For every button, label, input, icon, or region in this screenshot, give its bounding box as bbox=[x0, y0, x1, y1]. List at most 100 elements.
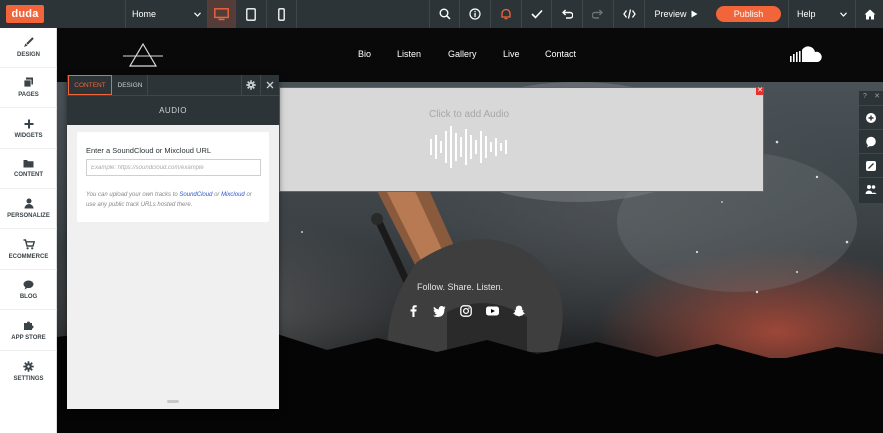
mixcloud-link[interactable]: Mixcloud bbox=[221, 192, 245, 198]
help-menu[interactable]: Help bbox=[788, 0, 855, 28]
desktop-view-button[interactable] bbox=[207, 0, 235, 28]
home-icon bbox=[864, 9, 875, 19]
folder-icon bbox=[23, 160, 34, 168]
top-toolbar: duda Home Preview Publish Help bbox=[0, 0, 883, 28]
comment-button[interactable] bbox=[859, 129, 883, 153]
audio-placeholder-text: Click to add Audio bbox=[429, 109, 510, 120]
tablet-icon bbox=[246, 7, 256, 21]
brush-icon bbox=[24, 37, 34, 47]
soundcloud-url-input[interactable] bbox=[86, 159, 261, 176]
audience-button[interactable] bbox=[859, 177, 883, 201]
sidebar-item-label: CONTENT bbox=[14, 172, 43, 178]
sidebar-item-app-store[interactable]: APP STORE bbox=[0, 311, 57, 351]
tab-content-label: CONTENT bbox=[74, 81, 106, 89]
nav-item-listen[interactable]: Listen bbox=[397, 49, 421, 59]
speech-bubble-icon bbox=[23, 280, 34, 290]
sidebar-item-ecommerce[interactable]: ECOMMERCE bbox=[0, 230, 57, 270]
home-button[interactable] bbox=[855, 0, 883, 28]
save-check-button[interactable] bbox=[521, 0, 551, 28]
twitter-icon[interactable] bbox=[432, 304, 446, 318]
resize-handle[interactable] bbox=[167, 400, 179, 403]
redo-button[interactable] bbox=[582, 0, 613, 28]
nav-item-gallery[interactable]: Gallery bbox=[448, 49, 477, 59]
preview-label: Preview bbox=[654, 9, 687, 19]
site-header: Bio Listen Gallery Live Contact bbox=[57, 28, 883, 82]
search-button[interactable] bbox=[429, 0, 459, 28]
snapchat-icon[interactable] bbox=[512, 304, 526, 318]
instagram-icon[interactable] bbox=[459, 304, 473, 318]
soundcloud-icon[interactable] bbox=[790, 46, 824, 64]
checkmark-icon bbox=[530, 9, 543, 19]
panel-tabs: CONTENT DESIGN bbox=[67, 75, 279, 95]
sidebar-item-settings[interactable]: SETTINGS bbox=[0, 351, 57, 391]
nav-item-bio[interactable]: Bio bbox=[358, 49, 371, 59]
sidebar-item-content[interactable]: CONTENT bbox=[0, 149, 57, 189]
sidebar-item-label: SETTINGS bbox=[13, 375, 44, 382]
people-icon bbox=[865, 185, 877, 194]
search-icon bbox=[439, 8, 451, 20]
panel-close-button[interactable] bbox=[260, 75, 279, 95]
cart-icon bbox=[23, 239, 35, 250]
chevron-down-icon bbox=[194, 9, 201, 19]
waveform-icon bbox=[430, 126, 507, 168]
style-button[interactable] bbox=[859, 153, 883, 177]
chevron-down-icon bbox=[840, 11, 847, 17]
person-icon bbox=[24, 198, 33, 209]
page-select[interactable]: Home bbox=[125, 0, 207, 28]
pages-icon bbox=[23, 77, 33, 88]
droplet-icon bbox=[866, 160, 876, 171]
code-button[interactable] bbox=[613, 0, 644, 28]
sidebar-item-design[interactable]: DESIGN bbox=[0, 28, 57, 68]
undo-icon bbox=[561, 8, 573, 19]
tablet-view-button[interactable] bbox=[235, 0, 266, 28]
triangle-logo-icon[interactable] bbox=[123, 42, 163, 68]
redo-icon bbox=[592, 8, 604, 19]
info-button[interactable] bbox=[459, 0, 490, 28]
nav-item-contact[interactable]: Contact bbox=[545, 49, 576, 59]
sidebar-item-label: DESIGN bbox=[16, 52, 40, 58]
tab-content[interactable]: CONTENT bbox=[68, 75, 112, 95]
tools-header: ? ✕ bbox=[859, 91, 883, 102]
help-text: You can upload your own tracks to SoundC… bbox=[86, 190, 262, 210]
puzzle-icon bbox=[24, 321, 34, 330]
close-small-icon[interactable]: ✕ bbox=[871, 91, 883, 102]
tab-design-label: DESIGN bbox=[117, 81, 143, 89]
duda-logo[interactable]: duda bbox=[6, 5, 44, 23]
bell-icon bbox=[501, 8, 511, 20]
facebook-icon[interactable] bbox=[406, 304, 420, 318]
tab-design[interactable]: DESIGN bbox=[113, 75, 148, 95]
follow-text: Follow. Share. Listen. bbox=[417, 282, 504, 292]
sidebar-item-label: ECOMMERCE bbox=[8, 254, 49, 260]
plus-icon bbox=[24, 119, 33, 128]
sidebar-item-pages[interactable]: PAGES bbox=[0, 68, 57, 108]
panel-settings-button[interactable] bbox=[241, 75, 260, 95]
audio-settings-panel: CONTENT DESIGN AUDIO Enter a SoundCloud … bbox=[67, 75, 279, 409]
widget-tools-panel: ? ✕ bbox=[859, 91, 883, 203]
undo-button[interactable] bbox=[551, 0, 582, 28]
gear-icon bbox=[23, 360, 34, 372]
add-widget-button[interactable] bbox=[859, 105, 883, 129]
sidebar-item-label: APP STORE bbox=[11, 335, 46, 341]
sidebar-item-personalize[interactable]: PERSONALIZE bbox=[0, 189, 57, 229]
notifications-button[interactable] bbox=[490, 0, 521, 28]
sidebar-item-blog[interactable]: BLOG bbox=[0, 270, 57, 310]
code-icon bbox=[622, 9, 636, 19]
nav-item-live[interactable]: Live bbox=[503, 49, 520, 59]
soundcloud-link[interactable]: SoundCloud bbox=[179, 192, 212, 198]
help-small-icon[interactable]: ? bbox=[859, 91, 871, 102]
audio-widget[interactable]: Click to add Audio ✕ bbox=[279, 87, 764, 192]
help-label: Help bbox=[797, 9, 816, 19]
comment-icon bbox=[866, 136, 876, 147]
editor-sidebar: DESIGN PAGES WIDGETS CONTENT PERSONALIZE… bbox=[0, 28, 57, 433]
youtube-icon[interactable] bbox=[485, 304, 499, 318]
sidebar-item-label: BLOG bbox=[19, 293, 38, 300]
widget-close-icon[interactable]: ✕ bbox=[756, 87, 764, 95]
sidebar-item-label: PAGES bbox=[18, 92, 39, 98]
publish-button[interactable]: Publish bbox=[716, 6, 781, 22]
help-text-part: You can upload your own tracks to bbox=[86, 192, 180, 198]
sidebar-item-widgets[interactable]: WIDGETS bbox=[0, 109, 57, 149]
mobile-view-button[interactable] bbox=[266, 0, 297, 28]
preview-button[interactable]: Preview bbox=[644, 0, 707, 28]
sidebar-item-label: PERSONALIZE bbox=[7, 213, 50, 219]
gear-icon bbox=[246, 80, 256, 90]
